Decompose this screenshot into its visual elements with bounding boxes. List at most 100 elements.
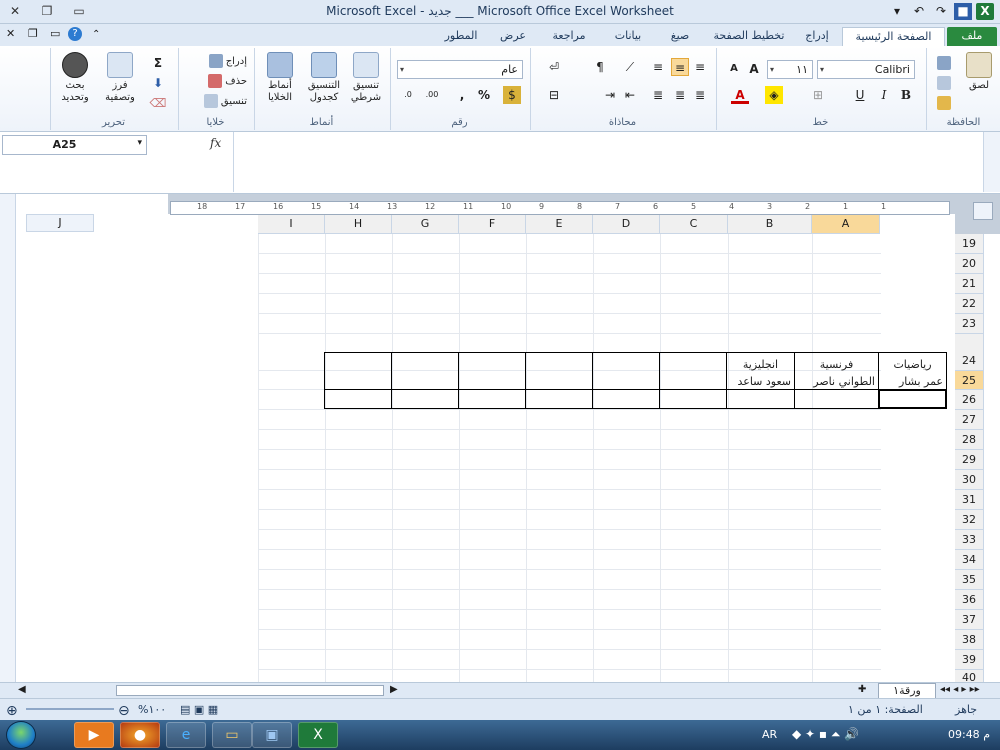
align-right-icon[interactable]: ≣: [649, 86, 667, 104]
column-header-a[interactable]: A: [812, 214, 880, 234]
autosum-button[interactable]: Σ: [149, 54, 167, 72]
bold-icon[interactable]: B: [897, 86, 915, 104]
row-header-21[interactable]: 21: [955, 274, 983, 294]
table-cell-e24[interactable]: [592, 352, 660, 390]
tab-developer[interactable]: المطور: [436, 27, 486, 46]
fill-icon[interactable]: ⬇: [149, 74, 167, 92]
increase-indent-icon[interactable]: ⇥: [601, 86, 619, 104]
wrap-text-icon[interactable]: ⏎: [545, 58, 563, 76]
active-cell[interactable]: [878, 389, 947, 409]
column-header-f[interactable]: F: [459, 214, 526, 234]
column-header-i[interactable]: I: [258, 214, 325, 234]
help-icon[interactable]: ?: [68, 27, 82, 41]
column-header-h[interactable]: H: [325, 214, 392, 234]
sheet-nav-icon[interactable]: ◂◂ ◂ ▸ ▸▸: [940, 684, 980, 695]
save-icon[interactable]: ■: [954, 3, 972, 20]
comma-style-icon[interactable]: ,: [453, 86, 471, 104]
table-cell-c25[interactable]: [726, 389, 795, 409]
cut-icon[interactable]: [937, 56, 951, 70]
column-header-c[interactable]: C: [660, 214, 728, 234]
table-cell-a24[interactable]: رياضيات عمر بشار: [878, 352, 947, 390]
row-header-20[interactable]: 20: [955, 254, 983, 274]
sort-filter-button[interactable]: فرز وتصفية: [97, 52, 143, 104]
tab-view[interactable]: عرض: [492, 27, 534, 46]
row-header-36[interactable]: 36: [955, 590, 983, 610]
tab-home[interactable]: الصفحة الرئيسية: [842, 27, 945, 46]
tab-formulas[interactable]: صيغ: [661, 27, 699, 46]
merge-center-icon[interactable]: ⊟: [545, 86, 563, 104]
collapse-ribbon-icon[interactable]: ⌃: [92, 29, 100, 40]
table-cell-i25[interactable]: [324, 389, 392, 409]
restore-workbook-icon[interactable]: ❐: [28, 27, 38, 40]
decrease-indent-icon[interactable]: ⇤: [621, 86, 639, 104]
row-header-33[interactable]: 33: [955, 530, 983, 550]
language-indicator[interactable]: AR: [762, 728, 777, 741]
grow-font-icon[interactable]: A: [745, 60, 763, 78]
table-cell-f25[interactable]: [525, 389, 593, 409]
align-middle-icon[interactable]: ≡: [671, 58, 689, 76]
column-header-g[interactable]: G: [392, 214, 459, 234]
redo-icon[interactable]: ↷: [932, 3, 950, 20]
paste-button[interactable]: لصق: [961, 52, 997, 92]
fill-color-icon[interactable]: ◈: [765, 86, 783, 104]
row-header-35[interactable]: 35: [955, 570, 983, 590]
table-cell-h24[interactable]: [391, 352, 459, 390]
delete-cells-button[interactable]: حذف: [183, 74, 247, 88]
start-button[interactable]: [6, 721, 36, 749]
row-header-26[interactable]: 26: [955, 390, 983, 410]
horizontal-scrollbar[interactable]: [116, 685, 384, 696]
name-box[interactable]: A25 ▾: [2, 135, 147, 155]
select-all-corner[interactable]: [973, 202, 993, 220]
tab-file[interactable]: ملف: [947, 27, 997, 46]
table-cell-c24[interactable]: انجليزية سعود ساعد: [726, 352, 795, 390]
minimize-workbook-icon[interactable]: ▭: [50, 27, 60, 40]
sheet-tab[interactable]: ورقة١: [878, 683, 936, 699]
copy-icon[interactable]: [937, 76, 951, 90]
app-icon[interactable]: ▣: [252, 722, 292, 748]
row-header-22[interactable]: 22: [955, 294, 983, 314]
zoom-out-icon[interactable]: ⊖: [118, 703, 130, 719]
format-cells-button[interactable]: تنسيق: [183, 94, 247, 108]
table-cell-i24[interactable]: [324, 352, 392, 390]
text-direction-icon[interactable]: ¶: [591, 58, 609, 76]
column-header-e[interactable]: E: [526, 214, 593, 234]
row-header-29[interactable]: 29: [955, 450, 983, 470]
table-cell-b24[interactable]: فرنسية الطواني ناصر: [794, 352, 879, 390]
scroll-left-icon[interactable]: ◀: [18, 684, 26, 695]
tab-insert[interactable]: إدراج: [797, 27, 837, 46]
row-header-25[interactable]: 25: [955, 371, 983, 390]
table-cell-h25[interactable]: [391, 389, 459, 409]
row-header-34[interactable]: 34: [955, 550, 983, 570]
find-select-button[interactable]: بحث وتحديد: [53, 52, 97, 104]
row-header-32[interactable]: 32: [955, 510, 983, 530]
table-cell-e25[interactable]: [592, 389, 660, 409]
align-bottom-icon[interactable]: ≡: [649, 58, 667, 76]
explorer-icon[interactable]: ▭: [212, 722, 252, 748]
align-top-icon[interactable]: ≡: [691, 58, 709, 76]
italic-icon[interactable]: I: [875, 86, 893, 104]
conditional-formatting-button[interactable]: تنسيق شرطي: [345, 52, 387, 104]
row-header-31[interactable]: 31: [955, 490, 983, 510]
align-left-icon[interactable]: ≣: [691, 86, 709, 104]
clock[interactable]: 09:48 م: [948, 728, 990, 741]
scroll-right-icon[interactable]: ▶: [390, 684, 398, 695]
row-header-39[interactable]: 39: [955, 650, 983, 670]
format-as-table-button[interactable]: التنسيق كجدول: [303, 52, 345, 104]
orientation-icon[interactable]: ⟋: [621, 58, 639, 76]
decrease-decimal-icon[interactable]: .0: [399, 86, 417, 104]
row-header-24[interactable]: 24: [955, 334, 983, 371]
column-header-j[interactable]: J: [26, 214, 94, 232]
column-header-d[interactable]: D: [593, 214, 660, 234]
accounting-format-icon[interactable]: $: [503, 86, 521, 104]
firefox-icon[interactable]: ●: [120, 722, 160, 748]
zoom-slider[interactable]: [26, 708, 114, 710]
row-header-37[interactable]: 37: [955, 610, 983, 630]
table-cell-g25[interactable]: [458, 389, 526, 409]
underline-icon[interactable]: U: [851, 86, 869, 104]
close-workbook-icon[interactable]: ✕: [6, 27, 15, 40]
tab-data[interactable]: بيانات: [602, 27, 654, 46]
row-header-23[interactable]: 23: [955, 314, 983, 334]
number-format-select[interactable]: ▾ عام: [397, 60, 523, 79]
column-header-b[interactable]: B: [728, 214, 812, 234]
tab-review[interactable]: مراجعة: [542, 27, 596, 46]
